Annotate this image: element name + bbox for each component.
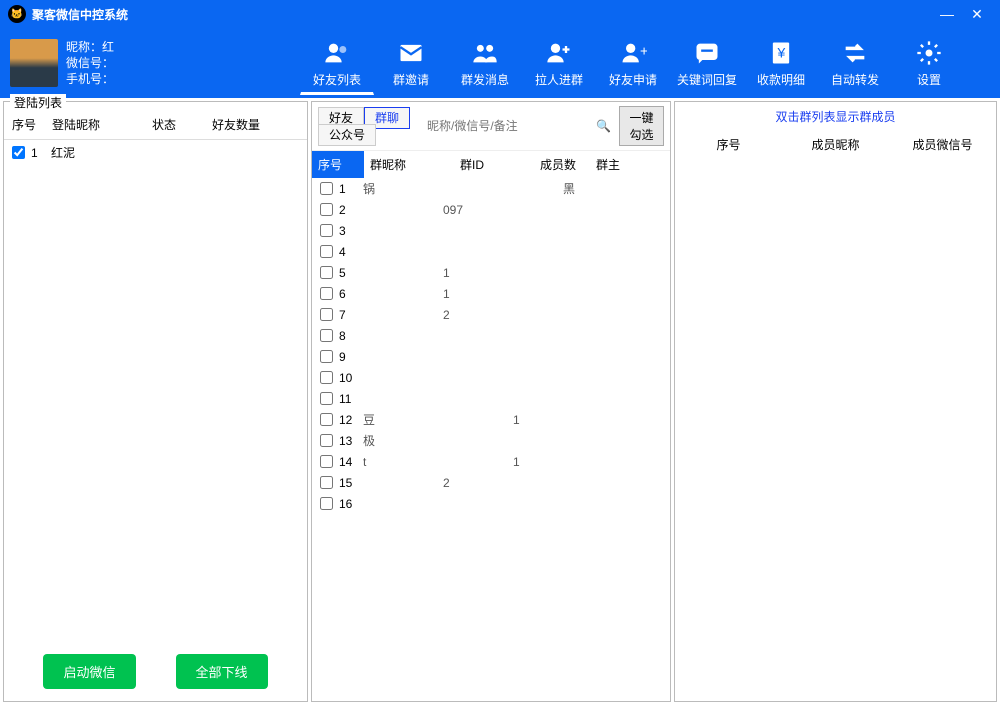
group-row[interactable]: 61 (312, 283, 670, 304)
app-logo-icon: 🐱 (8, 5, 26, 23)
user-info: 昵称：红 微信号： 手机号： (66, 39, 114, 87)
avatar (10, 39, 58, 87)
group-row[interactable]: 1锅黑 (312, 178, 670, 199)
nav-好友列表[interactable]: 好友列表 (300, 32, 374, 95)
row-checkbox[interactable] (320, 497, 333, 510)
row-checkbox[interactable] (320, 392, 333, 405)
left-col: 登陆昵称 (44, 110, 144, 139)
main-area: 登陆列表 序号登陆昵称状态好友数量 1红泥 启动微信 全部下线 好友群聊公众号 … (0, 98, 1000, 705)
close-button[interactable]: ✕ (962, 6, 992, 23)
all-offline-button[interactable]: 全部下线 (176, 654, 268, 689)
tabs-row: 好友群聊公众号 🔍 一键勾选 (312, 102, 670, 151)
row-checkbox[interactable] (320, 329, 333, 342)
row-checkbox[interactable] (320, 350, 333, 363)
nav-icon (819, 37, 891, 69)
nav-自动转发[interactable]: 自动转发 (818, 32, 892, 95)
mid-col: 群昵称 (364, 151, 454, 178)
group-row[interactable]: 3 (312, 220, 670, 241)
row-checkbox[interactable] (320, 308, 333, 321)
row-checkbox[interactable] (320, 371, 333, 384)
titlebar: 🐱 聚客微信中控系统 — ✕ (0, 0, 1000, 28)
nav-收款明细[interactable]: ¥收款明细 (744, 32, 818, 95)
nav-群邀请[interactable]: 群邀请 (374, 32, 448, 95)
right-col: 成员昵称 (782, 131, 889, 158)
group-row[interactable]: 72 (312, 304, 670, 325)
group-row[interactable]: 12豆1 (312, 409, 670, 430)
group-row[interactable]: 4 (312, 241, 670, 262)
row-checkbox[interactable] (320, 182, 333, 195)
row-checkbox[interactable] (320, 245, 333, 258)
left-title: 登陆列表 (10, 94, 66, 111)
svg-text:+: + (640, 42, 647, 58)
nav-icon: + (597, 37, 669, 69)
minimize-button[interactable]: — (932, 6, 962, 22)
left-columns: 序号登陆昵称状态好友数量 (4, 110, 307, 140)
group-row[interactable]: 8 (312, 325, 670, 346)
mid-rows: 1锅黑20973451617289101112豆113极14t115216 (312, 178, 670, 701)
right-columns: 序号成员昵称成员微信号 (675, 131, 996, 158)
row-checkbox[interactable] (320, 287, 333, 300)
left-col: 状态 (144, 110, 204, 139)
nav-icon (375, 37, 447, 69)
nav-icon (301, 37, 373, 69)
group-row[interactable]: 13极 (312, 430, 670, 451)
right-hint: 双击群列表显示群成员 (675, 102, 996, 131)
mid-columns: 序号群昵称群ID成员数群主 (312, 151, 670, 178)
row-checkbox[interactable] (320, 476, 333, 489)
app-title: 聚客微信中控系统 (32, 6, 932, 23)
right-col: 成员微信号 (889, 131, 996, 158)
group-row[interactable]: 16 (312, 493, 670, 514)
group-row[interactable]: 14t1 (312, 451, 670, 472)
group-row[interactable]: 152 (312, 472, 670, 493)
mid-panel: 好友群聊公众号 🔍 一键勾选 序号群昵称群ID成员数群主 1锅黑20973451… (311, 101, 671, 702)
nav-icon: ¥ (745, 37, 817, 69)
nav-设置[interactable]: 设置 (892, 32, 966, 95)
row-checkbox[interactable] (320, 413, 333, 426)
search-icon[interactable]: 🔍 (590, 119, 617, 133)
toolbar: 昵称：红 微信号： 手机号： 好友列表群邀请群发消息拉人进群+好友申请关键词回复… (0, 28, 1000, 98)
tab-公众号[interactable]: 公众号 (318, 124, 376, 146)
svg-text:¥: ¥ (777, 44, 786, 60)
nav-icon (523, 37, 595, 69)
login-row[interactable]: 1红泥 (4, 140, 307, 165)
group-row[interactable]: 10 (312, 367, 670, 388)
search-input[interactable] (421, 116, 588, 136)
mid-col: 群主 (590, 151, 646, 178)
row-checkbox[interactable] (320, 434, 333, 447)
left-col: 序号 (4, 110, 44, 139)
mid-col: 序号 (312, 151, 364, 178)
nav-items: 好友列表群邀请群发消息拉人进群+好友申请关键词回复¥收款明细自动转发设置 (300, 32, 990, 95)
row-checkbox[interactable] (320, 455, 333, 468)
row-checkbox[interactable] (12, 146, 25, 159)
mid-col: 成员数 (534, 151, 590, 178)
nav-拉人进群[interactable]: 拉人进群 (522, 32, 596, 95)
nav-群发消息[interactable]: 群发消息 (448, 32, 522, 95)
nav-icon (449, 37, 521, 69)
left-col: 好友数量 (204, 110, 284, 139)
nav-icon (671, 37, 743, 69)
row-checkbox[interactable] (320, 266, 333, 279)
left-rows: 1红泥 (4, 140, 307, 165)
select-all-button[interactable]: 一键勾选 (619, 106, 664, 146)
nav-关键词回复[interactable]: 关键词回复 (670, 32, 744, 95)
nav-好友申请[interactable]: +好友申请 (596, 32, 670, 95)
group-row[interactable]: 11 (312, 388, 670, 409)
group-row[interactable]: 51 (312, 262, 670, 283)
mid-col: 群ID (454, 151, 534, 178)
left-panel: 登陆列表 序号登陆昵称状态好友数量 1红泥 启动微信 全部下线 (3, 101, 308, 702)
group-row[interactable]: 9 (312, 346, 670, 367)
row-checkbox[interactable] (320, 203, 333, 216)
right-col: 序号 (675, 131, 782, 158)
row-checkbox[interactable] (320, 224, 333, 237)
nav-icon (893, 37, 965, 69)
user-box: 昵称：红 微信号： 手机号： (10, 39, 300, 87)
right-panel: 双击群列表显示群成员 序号成员昵称成员微信号 (674, 101, 997, 702)
start-wechat-button[interactable]: 启动微信 (43, 654, 135, 689)
group-row[interactable]: 2097 (312, 199, 670, 220)
